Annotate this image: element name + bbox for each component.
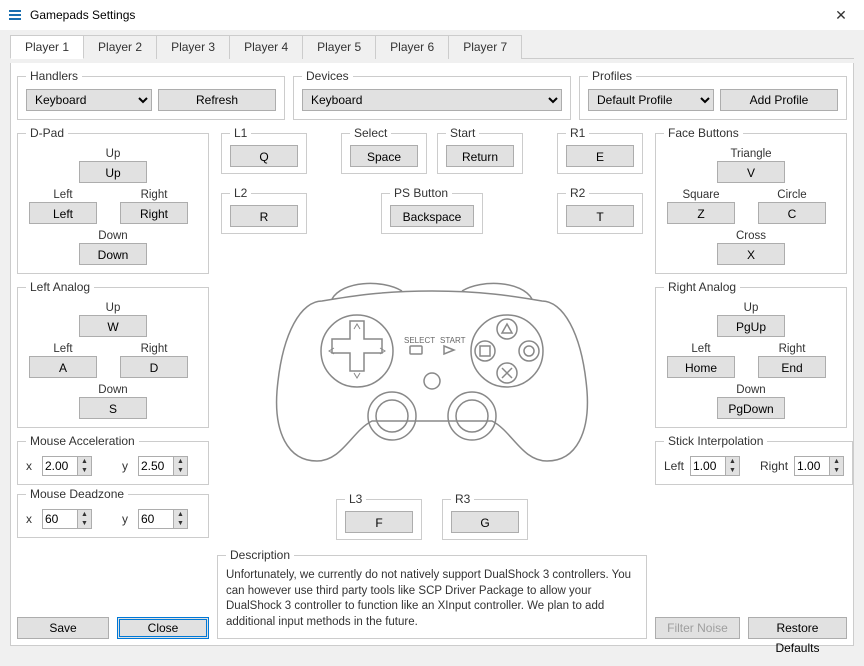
titlebar: Gamepads Settings ✕: [0, 0, 864, 30]
svg-text:START: START: [440, 336, 466, 345]
close-button[interactable]: Close: [117, 617, 209, 639]
lanalog-up-button[interactable]: W: [79, 315, 147, 337]
handlers-select[interactable]: Keyboard: [26, 89, 152, 111]
tab-player-3[interactable]: Player 3: [156, 35, 230, 59]
player-tabs: Player 1Player 2Player 3Player 4Player 5…: [10, 34, 854, 59]
l3-group: L3 F: [336, 492, 422, 540]
face-cross-button[interactable]: X: [717, 243, 785, 265]
controller-icon: SELECT START: [262, 251, 602, 481]
mouse-accel-y-stepper[interactable]: ▲▼: [138, 456, 188, 476]
mouse-accel-group: Mouse Acceleration x ▲▼ y ▲▼: [17, 434, 209, 485]
devices-group: Devices Keyboard: [293, 69, 571, 120]
dpad-group: D-Pad Up Up Left Left Right Right: [17, 126, 209, 274]
select-button[interactable]: Space: [350, 145, 418, 167]
lanalog-down-button[interactable]: S: [79, 397, 147, 419]
ranalog-down-button[interactable]: PgDown: [717, 397, 785, 419]
mouse-accel-x-stepper[interactable]: ▲▼: [42, 456, 92, 476]
start-button[interactable]: Return: [446, 145, 514, 167]
r2-button[interactable]: T: [566, 205, 634, 227]
l2-button[interactable]: R: [230, 205, 298, 227]
mouse-dead-group: Mouse Deadzone x ▲▼ y ▲▼: [17, 487, 209, 538]
stick-interp-left-stepper[interactable]: ▲▼: [690, 456, 740, 476]
r1-button[interactable]: E: [566, 145, 634, 167]
face-triangle-button[interactable]: V: [717, 161, 785, 183]
dpad-right-button[interactable]: Right: [120, 202, 188, 224]
tab-player-7[interactable]: Player 7: [448, 35, 522, 59]
tab-player-1[interactable]: Player 1: [10, 35, 84, 59]
stick-interp-right-stepper[interactable]: ▲▼: [794, 456, 844, 476]
dpad-left-button[interactable]: Left: [29, 202, 97, 224]
refresh-button[interactable]: Refresh: [158, 89, 276, 111]
l2-group: L2 R: [221, 186, 307, 234]
r3-group: R3 G: [442, 492, 528, 540]
devices-select[interactable]: Keyboard: [302, 89, 562, 111]
face-circle-button[interactable]: C: [758, 202, 826, 224]
mouse-dead-y-stepper[interactable]: ▲▼: [138, 509, 188, 529]
tab-player-5[interactable]: Player 5: [302, 35, 376, 59]
profiles-legend: Profiles: [588, 69, 636, 83]
tab-player-6[interactable]: Player 6: [375, 35, 449, 59]
face-square-button[interactable]: Z: [667, 202, 735, 224]
add-profile-button[interactable]: Add Profile: [720, 89, 838, 111]
window-title: Gamepads Settings: [30, 8, 826, 22]
tab-player-4[interactable]: Player 4: [229, 35, 303, 59]
lanalog-left-button[interactable]: A: [29, 356, 97, 378]
save-button[interactable]: Save: [17, 617, 109, 639]
close-icon[interactable]: ✕: [826, 7, 856, 24]
psbutton-group: PS Button Backspace: [381, 186, 483, 234]
select-group: Select Space: [341, 126, 427, 174]
devices-legend: Devices: [302, 69, 353, 83]
r1-group: R1 E: [557, 126, 643, 174]
stick-interpolation-group: Stick Interpolation Left ▲▼ Right ▲▼: [655, 434, 853, 485]
left-analog-group: Left Analog Up W Left A Right D: [17, 280, 209, 428]
tab-player-2[interactable]: Player 2: [83, 35, 157, 59]
r3-button[interactable]: G: [451, 511, 519, 533]
dpad-up-button[interactable]: Up: [79, 161, 147, 183]
l1-group: L1 Q: [221, 126, 307, 174]
right-analog-group: Right Analog Up PgUp Left Home Right End: [655, 280, 847, 428]
profiles-group: Profiles Default Profile Add Profile: [579, 69, 847, 120]
lanalog-right-button[interactable]: D: [120, 356, 188, 378]
description-text: Unfortunately, we currently do not nativ…: [226, 568, 638, 630]
handlers-group: Handlers Keyboard Refresh: [17, 69, 285, 120]
ranalog-left-button[interactable]: Home: [667, 356, 735, 378]
handlers-legend: Handlers: [26, 69, 82, 83]
l1-button[interactable]: Q: [230, 145, 298, 167]
description-group: Description Unfortunately, we currently …: [217, 548, 647, 639]
dpad-down-button[interactable]: Down: [79, 243, 147, 265]
ranalog-right-button[interactable]: End: [758, 356, 826, 378]
psbutton-button[interactable]: Backspace: [390, 205, 474, 227]
restore-defaults-button[interactable]: Restore Defaults: [748, 617, 847, 639]
face-buttons-group: Face Buttons Triangle V Square Z Circle: [655, 126, 847, 274]
ranalog-up-button[interactable]: PgUp: [717, 315, 785, 337]
profiles-select[interactable]: Default Profile: [588, 89, 714, 111]
app-icon: [8, 7, 24, 23]
svg-text:SELECT: SELECT: [404, 336, 435, 345]
mouse-dead-x-stepper[interactable]: ▲▼: [42, 509, 92, 529]
r2-group: R2 T: [557, 186, 643, 234]
l3-button[interactable]: F: [345, 511, 413, 533]
start-group: Start Return: [437, 126, 523, 174]
filter-noise-button[interactable]: Filter Noise: [655, 617, 740, 639]
